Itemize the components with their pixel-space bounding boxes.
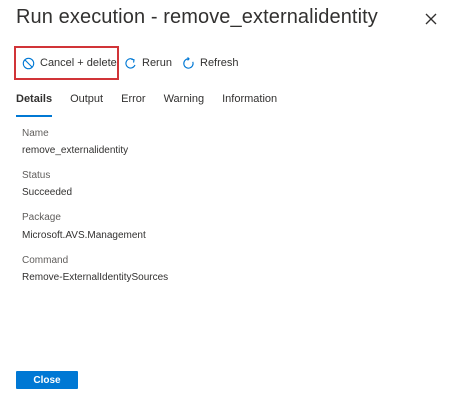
status-value: Succeeded [22, 187, 73, 198]
refresh-button[interactable]: Refresh [182, 44, 239, 82]
package-value: Microsoft.AVS.Management [22, 230, 146, 241]
cancel-delete-label: Cancel + delete [40, 57, 117, 69]
command-label: Command [22, 255, 69, 266]
name-value: remove_externalidentity [22, 145, 129, 156]
tab-output[interactable]: Output [70, 93, 103, 115]
name-label: Name [22, 128, 49, 139]
status-label: Status [22, 170, 51, 181]
refresh-icon [183, 56, 194, 69]
rerun-button[interactable]: Rerun [124, 44, 172, 82]
panel-title: Run execution - remove_externalidentity [16, 6, 378, 28]
close-button[interactable]: Close [16, 371, 78, 389]
tab-error[interactable]: Error [121, 93, 145, 115]
tab-warning[interactable]: Warning [164, 93, 205, 115]
close-icon[interactable] [422, 10, 440, 28]
refresh-label: Refresh [200, 57, 239, 69]
cancel-icon [22, 57, 35, 69]
package-label: Package [22, 212, 61, 223]
rerun-icon [125, 57, 136, 69]
tab-strip: Details Output Error Warning Information [16, 93, 295, 117]
tab-information[interactable]: Information [222, 93, 277, 115]
cancel-delete-button[interactable]: Cancel + delete [22, 44, 117, 82]
run-execution-panel: Run execution - remove_externalidentity … [0, 0, 460, 418]
rerun-label: Rerun [142, 57, 172, 69]
command-value: Remove-ExternalIdentitySources [22, 272, 169, 283]
tab-details[interactable]: Details [16, 93, 53, 117]
